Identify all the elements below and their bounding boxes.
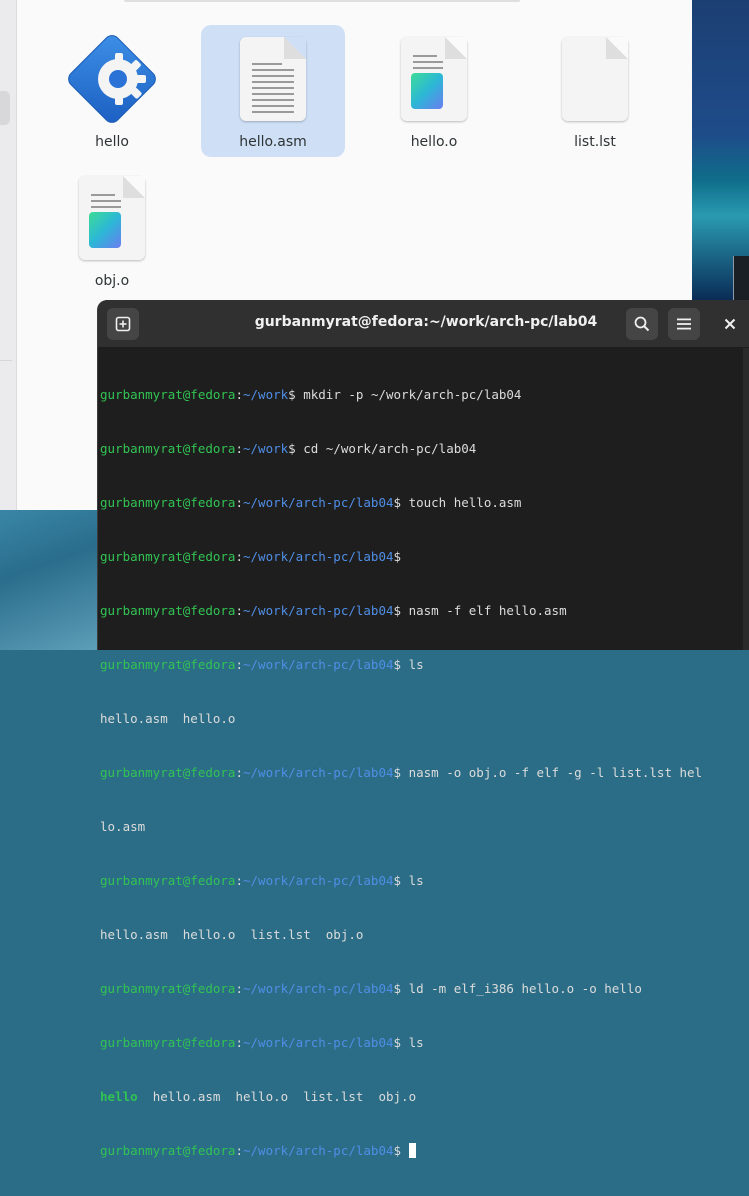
terminal-output-line: hello.asm hello.o list.lst obj.o [100,927,364,942]
terminal-line: gurbanmyrat@fedora:~/work/arch-pc/lab04$… [100,765,703,780]
terminal-line: gurbanmyrat@fedora:~/work/arch-pc/lab04$… [100,981,642,996]
new-tab-button[interactable] [107,308,139,340]
close-icon [724,318,736,330]
file-name: hello [95,134,129,150]
terminal-output-line: hello.asm hello.o [100,711,236,726]
terminal-window[interactable]: gurbanmyrat@fedora:~/work/arch-pc/lab04 … [98,300,749,1158]
file-name: obj.o [94,273,130,289]
terminal-line: gurbanmyrat@fedora:~/work/arch-pc/lab04$ [100,549,402,564]
object-file-icon [79,176,145,260]
terminal-line: gurbanmyrat@fedora:~/work$ cd ~/work/arc… [100,441,477,456]
desktop-wallpaper-right [692,0,749,300]
file-item-obj-o[interactable]: obj.o [40,164,184,296]
file-item-hello-asm[interactable]: hello.asm [201,25,345,157]
terminal-line: gurbanmyrat@fedora:~/work/arch-pc/lab04$… [100,1035,424,1050]
text-document-icon [240,37,306,121]
terminal-prompt-line: gurbanmyrat@fedora:~/work/arch-pc/lab04$ [100,1142,745,1160]
file-item-hello-o[interactable]: hello.o [362,25,506,157]
terminal-title: gurbanmyrat@fedora:~/work/arch-pc/lab04 [254,314,598,330]
new-tab-icon [115,316,131,332]
file-item-list-lst[interactable]: list.lst [523,25,667,157]
file-name: list.lst [574,134,616,150]
hamburger-menu-icon [677,318,691,330]
files-sidebar [0,0,17,510]
terminal-line: gurbanmyrat@fedora:~/work$ mkdir -p ~/wo… [100,387,522,402]
file-name: hello.o [410,134,458,150]
file-item-hello[interactable]: hello [40,25,184,157]
text-cursor [408,1143,416,1158]
terminal-line: gurbanmyrat@fedora:~/work/arch-pc/lab04$… [100,603,567,618]
search-icon [634,316,650,332]
terminal-output-line: lo.asm [100,819,146,834]
close-button[interactable] [715,308,745,340]
sidebar-handle[interactable] [0,91,10,125]
file-name: hello.asm [239,134,307,150]
object-file-icon [401,37,467,121]
sidebar-divider [0,360,12,361]
executable-gear-icon [68,35,156,123]
background-window-edge [733,256,749,300]
blank-document-icon [562,37,628,121]
files-path-bar-edge [124,0,520,2]
terminal-line: gurbanmyrat@fedora:~/work/arch-pc/lab04$… [100,657,424,672]
search-button[interactable] [626,308,658,340]
terminal-line: gurbanmyrat@fedora:~/work/arch-pc/lab04$… [100,873,424,888]
menu-button[interactable] [668,308,700,340]
terminal-output[interactable]: gurbanmyrat@fedora:~/work$ mkdir -p ~/wo… [100,350,745,1196]
terminal-scrollbar[interactable] [743,348,749,650]
terminal-output-line: hello hello.asm hello.o list.lst obj.o [100,1089,417,1104]
terminal-header-bar: gurbanmyrat@fedora:~/work/arch-pc/lab04 [98,300,749,347]
terminal-line: gurbanmyrat@fedora:~/work/arch-pc/lab04$… [100,495,522,510]
desktop-wallpaper-left [0,510,100,650]
